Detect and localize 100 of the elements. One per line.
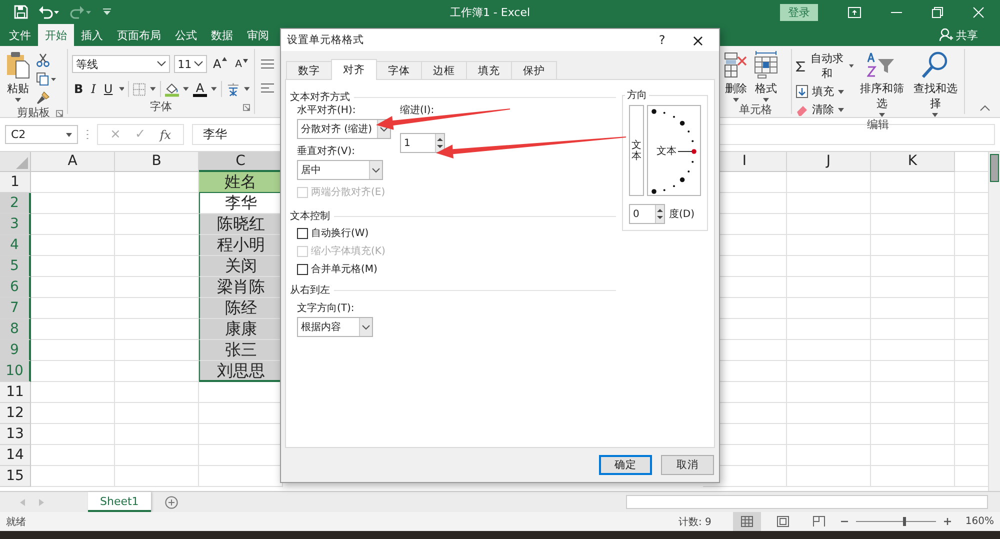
fill-button[interactable]: 填充 [796, 84, 854, 99]
sheet-tab[interactable]: Sheet1 [88, 492, 151, 512]
font-style-button[interactable]: I [89, 82, 98, 96]
horizontal-align-dropdown[interactable]: 分散对齐 (缩进) [297, 119, 391, 139]
find-select-button[interactable]: 查找和选择 [910, 51, 960, 117]
phonetic-guide-icon[interactable] [226, 82, 240, 96]
help-button[interactable]: ? [647, 33, 677, 47]
row-header[interactable]: 3 [0, 214, 31, 235]
row-header[interactable]: 7 [0, 298, 31, 319]
caret-icon[interactable] [150, 87, 156, 91]
customize-caret-icon[interactable] [102, 7, 112, 17]
add-sheet-icon[interactable] [164, 496, 178, 508]
row-header[interactable]: 14 [0, 445, 31, 466]
dialog-launcher-icon[interactable] [56, 110, 63, 117]
ribbon-tab[interactable]: 文件 [2, 24, 38, 46]
row-header[interactable]: 8 [0, 319, 31, 340]
column-header[interactable]: B [115, 152, 199, 172]
degrees-spinner[interactable]: 0 [629, 204, 665, 224]
ribbon-tab[interactable]: 公式 [168, 24, 204, 46]
format-cells-button[interactable]: 格式 [752, 51, 780, 102]
redo-icon[interactable] [70, 5, 92, 19]
dialog-tab[interactable]: 对齐 [331, 59, 377, 80]
undo-icon[interactable] [38, 5, 60, 19]
save-icon[interactable] [14, 5, 28, 19]
zoom-out-icon[interactable] [841, 518, 848, 525]
column-header[interactable]: A [31, 152, 115, 172]
text-direction-dropdown[interactable]: 根据内容 [297, 317, 373, 337]
row-header[interactable]: 10 [0, 361, 31, 382]
row-header[interactable]: 12 [0, 403, 31, 424]
align-lines-icon[interactable] [261, 83, 274, 93]
row-header[interactable]: 9 [0, 340, 31, 361]
share-button[interactable]: 共享 [939, 24, 978, 46]
vertical-scrollbar[interactable] [988, 152, 1000, 491]
sort-filter-button[interactable]: 排序和筛选 [858, 51, 907, 117]
paste-button[interactable]: 粘贴 [4, 51, 32, 102]
caret-icon[interactable] [244, 87, 250, 91]
clear-button[interactable]: 清除 [796, 102, 854, 117]
font-size-field[interactable]: 11 [174, 55, 207, 73]
dialog-tab[interactable]: 填充 [466, 61, 512, 79]
ribbon-tab[interactable]: 插入 [74, 24, 110, 46]
caret-icon[interactable] [118, 87, 124, 91]
autosum-button[interactable]: 自动求和 [796, 51, 854, 81]
row-header[interactable]: 1 [0, 172, 31, 193]
ribbon-tab[interactable]: 数据 [204, 24, 240, 46]
indent-spinner[interactable]: 1 [400, 133, 445, 153]
dial-label: 文本 [656, 144, 676, 158]
insert-function-button[interactable]: fx [160, 128, 172, 142]
font-style-button[interactable]: B [72, 82, 86, 96]
row-header[interactable]: 15 [0, 466, 31, 487]
caret-icon [838, 108, 844, 112]
ribbon-tab[interactable]: 开始 [38, 24, 74, 46]
row-header[interactable]: 4 [0, 235, 31, 256]
borders-icon[interactable] [133, 82, 146, 96]
zoom-level[interactable]: 160% [965, 516, 994, 527]
collapse-ribbon-icon[interactable] [980, 105, 990, 111]
horizontal-scrollbar[interactable] [626, 495, 988, 509]
ok-button[interactable]: 确定 [599, 455, 652, 475]
clipboard-icon [6, 51, 30, 79]
row-header[interactable]: 13 [0, 424, 31, 445]
name-box[interactable]: C2 [5, 125, 78, 144]
column-header[interactable]: J [787, 152, 871, 172]
close-icon[interactable] [973, 6, 984, 18]
ribbon-tab[interactable]: 页面布局 [110, 24, 168, 46]
zoom-slider-thumb[interactable] [903, 517, 906, 526]
row-header[interactable]: 11 [0, 382, 31, 403]
font-name-field[interactable]: 等线 [72, 55, 170, 73]
ribbon-display-icon[interactable] [848, 6, 861, 18]
align-lines-icon[interactable] [261, 59, 274, 69]
caret-icon[interactable] [211, 87, 217, 91]
vertical-align-dropdown[interactable]: 居中 [297, 160, 383, 180]
vertical-text-button[interactable]: 文本 [629, 105, 644, 196]
column-header[interactable]: K [871, 152, 955, 172]
ribbon-tab[interactable]: 审阅 [240, 24, 276, 46]
font-color-button[interactable]: A [192, 82, 208, 96]
orientation-dial[interactable]: 文本 [647, 105, 701, 196]
checkbox-option[interactable]: 自动换行(W) [290, 225, 616, 241]
format-painter-icon[interactable] [36, 91, 50, 105]
font-style-button[interactable]: U [102, 82, 115, 96]
zoom-in-icon[interactable] [944, 518, 952, 525]
cancel-button[interactable]: 取消 [661, 455, 714, 475]
row-header[interactable]: 5 [0, 256, 31, 277]
normal-view-button[interactable] [733, 512, 762, 531]
fill-bucket-icon[interactable] [164, 82, 180, 96]
row-header[interactable]: 2 [0, 193, 31, 214]
dialog-launcher-icon[interactable] [243, 104, 250, 111]
checkbox-option[interactable]: 合并单元格(M) [290, 261, 616, 277]
grow-font-button[interactable]: A [210, 57, 230, 71]
delete-cells-button[interactable]: 删除 [722, 51, 750, 102]
close-button[interactable]: × [683, 30, 713, 50]
fill-down-icon [796, 85, 808, 98]
copy-icon[interactable] [36, 72, 56, 86]
shrink-font-button[interactable]: A [233, 58, 250, 70]
dialog-tab[interactable]: 保护 [511, 61, 557, 79]
dialog-tab[interactable]: 数字 [286, 61, 332, 79]
scissors-icon[interactable] [36, 53, 50, 67]
restore-icon[interactable] [932, 6, 943, 18]
row-header[interactable]: 6 [0, 277, 31, 298]
caret-icon[interactable] [183, 87, 189, 91]
sign-in-button[interactable]: 登录 [780, 4, 818, 20]
column-header[interactable]: C [199, 152, 283, 172]
